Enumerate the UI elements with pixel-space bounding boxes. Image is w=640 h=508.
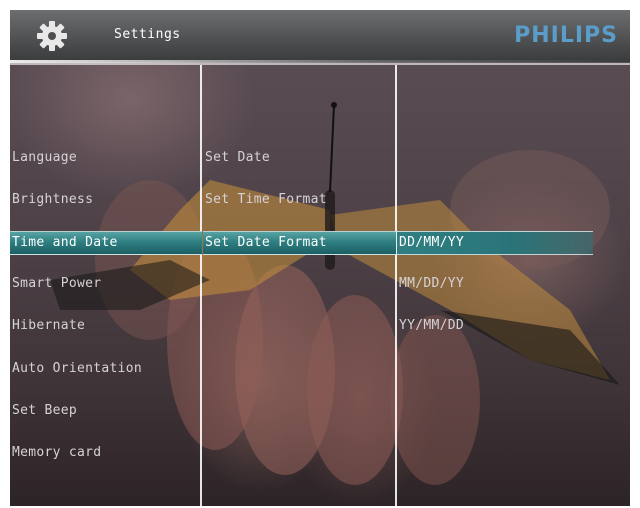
header-divider (10, 63, 630, 65)
background-photo (50, 102, 620, 485)
menu-item-set-beep[interactable]: Set Beep (10, 400, 202, 422)
butterfly-antenna-tip (331, 102, 337, 108)
finger-shape (390, 315, 480, 485)
brand-logo: PHILIPS (514, 23, 618, 48)
menu-item-smart-power[interactable]: Smart Power (10, 273, 202, 295)
menu-item-set-date-format[interactable]: Set Date Format (203, 231, 396, 255)
menu-item-set-time-format[interactable]: Set Time Format (203, 189, 396, 211)
menu-item-hibernate[interactable]: Hibernate (10, 315, 202, 337)
header-bar: Settings PHILIPS (10, 10, 630, 63)
menu-item-language[interactable]: Language (10, 147, 202, 169)
option-yy-mm-dd[interactable]: YY/MM/DD (397, 315, 593, 337)
menu-item-auto-orientation[interactable]: Auto Orientation (10, 358, 202, 380)
option-mm-dd-yy[interactable]: MM/DD/YY (397, 273, 593, 295)
settings-screen: Settings PHILIPS Language Brightness Tim… (10, 10, 630, 506)
option-dd-mm-yy[interactable]: DD/MM/YY (397, 231, 593, 255)
page-title: Settings (114, 27, 181, 42)
menu-item-time-and-date[interactable]: Time and Date (10, 231, 202, 255)
menu-item-set-date[interactable]: Set Date (203, 147, 396, 169)
menu-item-brightness[interactable]: Brightness (10, 189, 202, 211)
finger-shape (307, 295, 403, 485)
menu-item-memory-card[interactable]: Memory card (10, 442, 202, 464)
gear-icon (37, 21, 67, 51)
